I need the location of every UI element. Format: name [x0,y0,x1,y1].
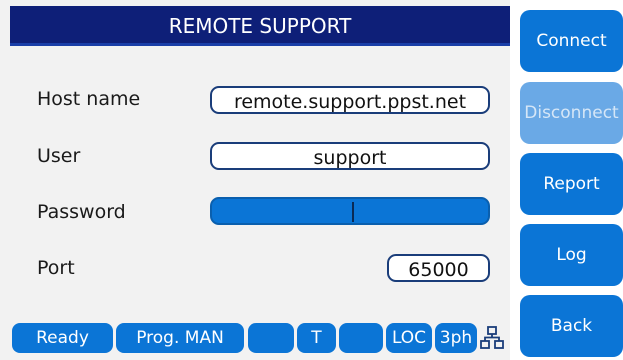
remote-support-form: Host name remote.support.ppst.net User s… [10,46,510,316]
user-label: User [37,145,81,167]
user-field[interactable]: support [210,142,490,170]
report-button[interactable]: Report [520,153,623,215]
page-title: REMOTE SUPPORT [168,14,352,38]
port-label: Port [37,257,75,279]
connect-button[interactable]: Connect [520,10,623,72]
status-blank-2 [339,323,383,353]
status-blank-1 [248,323,294,353]
host-name-label: Host name [37,88,141,110]
password-label: Password [37,201,126,223]
status-program-mode: Prog. MAN [116,323,244,353]
status-t: T [297,323,336,353]
log-button[interactable]: Log [520,224,623,286]
back-button[interactable]: Back [520,295,623,357]
text-cursor [352,202,354,222]
action-sidebar: Connect Disconnect Report Log Back [510,0,623,360]
disconnect-button[interactable]: Disconnect [520,82,623,144]
remote-support-screen: REMOTE SUPPORT Host name remote.support.… [0,0,623,360]
status-phase: 3ph [435,323,477,353]
port-field[interactable]: 65000 [387,254,490,282]
host-name-field[interactable]: remote.support.ppst.net [210,86,490,114]
status-loc: LOC [386,323,432,353]
network-icon [480,326,504,349]
title-bar: REMOTE SUPPORT [10,6,510,46]
password-field[interactable] [210,197,490,225]
status-ready: Ready [12,323,113,353]
status-bar: Ready Prog. MAN T LOC 3ph [10,316,510,360]
